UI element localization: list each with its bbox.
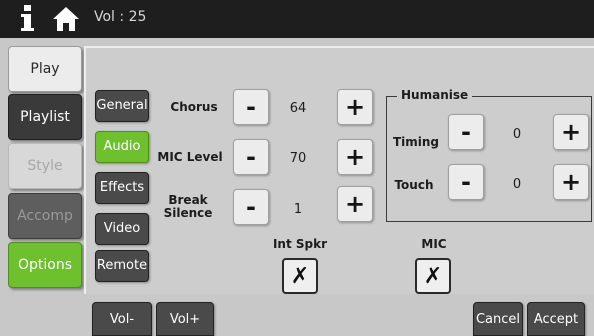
accept-button[interactable]: Accept: [527, 302, 585, 336]
timing-plus-button[interactable]: +: [553, 114, 589, 150]
timing-value: 0: [512, 127, 522, 142]
top-bar: Vol : 25: [0, 0, 594, 38]
mic-level-plus-button[interactable]: +: [337, 139, 373, 175]
chorus-label: Chorus: [170, 100, 218, 114]
touch-plus-button[interactable]: +: [553, 164, 589, 200]
break-silence-minus-button[interactable]: -: [233, 189, 269, 225]
vol-plus-button[interactable]: Vol+: [156, 302, 214, 336]
touch-minus-button[interactable]: -: [448, 164, 484, 200]
humanise-title: Humanise: [397, 88, 473, 102]
break-silence-value: 1: [293, 202, 303, 217]
subnav-audio-button[interactable]: Audio: [95, 131, 149, 163]
mic-level-value: 70: [289, 151, 307, 166]
subnav-video-button[interactable]: Video: [95, 213, 149, 245]
break-silence-label: Break Silence: [163, 193, 213, 220]
mic-level-label: MIC Level: [157, 150, 223, 164]
chorus-minus-button[interactable]: -: [233, 89, 269, 125]
mic-level-minus-button[interactable]: -: [233, 139, 269, 175]
nav-style-button[interactable]: Style: [8, 143, 82, 189]
subnav-effects-button[interactable]: Effects: [95, 172, 149, 204]
home-icon[interactable]: [52, 6, 80, 32]
break-silence-plus-button[interactable]: +: [337, 186, 373, 222]
timing-minus-button[interactable]: -: [448, 114, 484, 150]
volume-readout: Vol : 25: [94, 9, 147, 25]
nav-playlist-button[interactable]: Playlist: [8, 94, 82, 140]
int-spkr-checkbox[interactable]: ✗: [282, 258, 318, 294]
subnav-general-button[interactable]: General: [95, 90, 149, 122]
nav-options-button[interactable]: Options: [8, 242, 82, 288]
chorus-plus-button[interactable]: +: [337, 89, 373, 125]
subnav-remote-button[interactable]: Remote: [95, 250, 149, 282]
cancel-button[interactable]: Cancel: [473, 302, 523, 336]
nav-play-button[interactable]: Play: [8, 46, 82, 92]
mic-checkbox[interactable]: ✗: [415, 258, 451, 294]
touch-label: Touch: [394, 178, 434, 192]
vol-minus-button[interactable]: Vol-: [92, 302, 152, 336]
chorus-value: 64: [289, 101, 307, 116]
timing-label: Timing: [392, 135, 440, 149]
int-spkr-label: Int Spkr: [272, 237, 328, 251]
touch-value: 0: [512, 177, 522, 192]
mic-label: MIC: [421, 237, 447, 251]
info-icon[interactable]: [20, 4, 36, 32]
nav-accomp-button[interactable]: Accomp: [8, 193, 82, 239]
